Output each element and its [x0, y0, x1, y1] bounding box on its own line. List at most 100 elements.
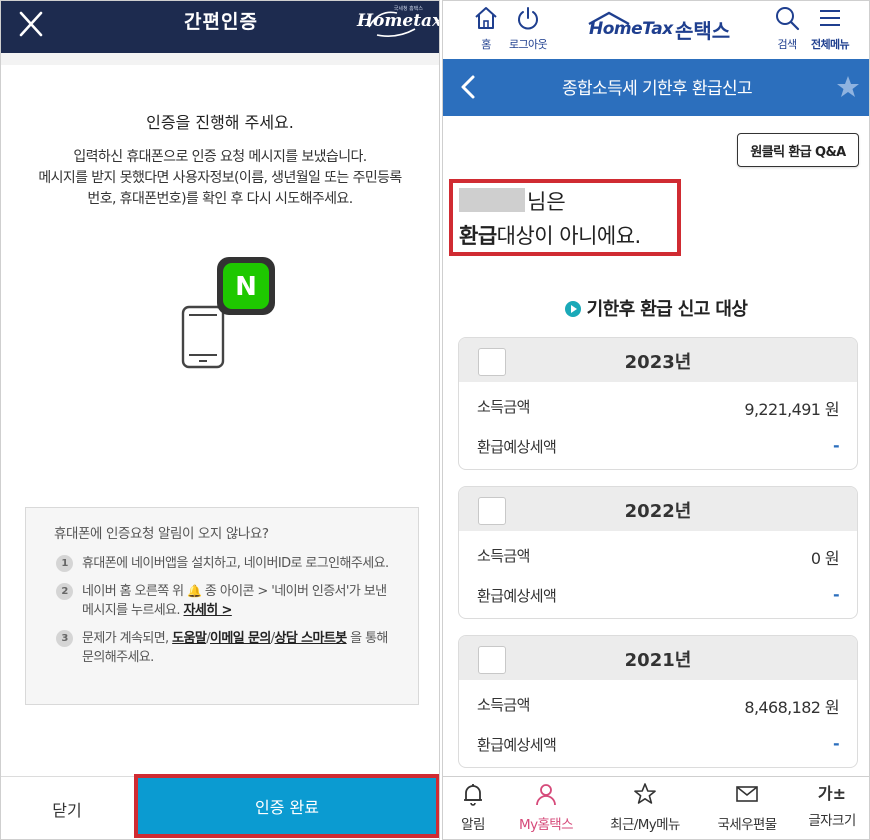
income-row: 소득금액 9,221,491 원 [477, 396, 840, 420]
year-card-header: 2022년 [459, 487, 857, 531]
tab-label: 국세우편물 [717, 817, 777, 833]
help-number: 1 [56, 555, 73, 572]
hometax-logo: 국세청 홈택스 Hometax. [355, 5, 439, 39]
message-line: 입력하신 휴대폰으로 인증 요청 메시지를 보냈습니다. [73, 149, 367, 165]
tab-recent-my-menu[interactable]: 최근/My메뉴 [603, 781, 687, 833]
year-label: 2023년 [624, 352, 692, 373]
refund-qa-button[interactable]: 원클릭 환급 Q&A [737, 133, 859, 167]
year-card-2022: 2022년 소득금액 0 원 환급예상세액 - [458, 486, 858, 619]
notice-line-2: 환급대상이 아니에요. [459, 220, 677, 250]
favorite-star-icon[interactable] [835, 74, 861, 100]
power-icon [518, 7, 539, 30]
home-label: 홈 [481, 38, 491, 51]
tab-my-hometax[interactable]: My홈택스 [511, 781, 581, 833]
sontax-logo[interactable]: HomeTax 손택스 [583, 11, 743, 45]
search-button[interactable]: 검색 [773, 5, 801, 52]
logo-text: Hometax. [357, 11, 440, 31]
brand-english: HomeTax [589, 19, 673, 39]
year-label: 2022년 [624, 501, 692, 522]
bottom-tab-bar: 알림 My홈택스 최근/My메뉴 국세우편물 가± 글자크기 [443, 776, 869, 839]
top-bar: 홈 로그아웃 HomeTax 손택스 검색 전체메뉴 [443, 1, 869, 59]
auth-header: 간편인증 국세청 홈택스 Hometax. [1, 1, 439, 53]
help-item: 1 휴대폰에 네이버앱을 설치하고, 네이버ID로 로그인해주세요. [54, 554, 392, 573]
help-link[interactable]: 도움말 [172, 631, 207, 646]
help-text: 문제가 계속되면, [82, 631, 169, 646]
naver-badge-letter: N [235, 272, 257, 302]
person-icon [536, 784, 556, 806]
page-title: 종합소득세 기한후 환급신고 [561, 79, 753, 99]
tab-font-size[interactable]: 가± 글자크기 [801, 781, 863, 829]
phone-naver-icon: N [179, 255, 279, 375]
year-card-header: 2023년 [459, 338, 857, 382]
message-line: 메시지를 받지 못했다면 사용자정보(이름, 생년월일 또는 주민등록 [38, 170, 402, 186]
auth-footer: 닫기 인증 완료 [1, 774, 439, 839]
search-label: 검색 [777, 38, 797, 51]
message-line: 번호, 휴대폰번호)를 확인 후 다시 시도해주세요. [87, 191, 353, 207]
chatbot-link[interactable]: 상담 스마트봇 [275, 631, 348, 646]
tab-alerts[interactable]: 알림 [453, 781, 493, 833]
income-value: 0 원 [810, 549, 840, 568]
refund-row: 환급예상세액 - [477, 436, 840, 460]
notice-line-1: 님은 [459, 186, 677, 216]
refund-label: 환급예상세액 [477, 587, 557, 605]
auth-complete-button[interactable]: 인증 완료 [134, 774, 439, 838]
help-text: 네이버 홈 오른쪽 위 [82, 584, 184, 599]
star-outline-icon [634, 783, 656, 804]
year-label: 2021년 [624, 650, 692, 671]
refund-row: 환급예상세액 - [477, 585, 840, 609]
year-card-header: 2021년 [459, 636, 857, 680]
tab-tax-mail[interactable]: 국세우편물 [707, 781, 787, 833]
section-title: 기한후 환급 신고 대상 [443, 295, 869, 321]
income-value: 9,221,491 원 [744, 400, 839, 419]
mail-icon [736, 786, 758, 802]
income-value: 8,468,182 원 [744, 698, 839, 717]
income-row: 소득금액 0 원 [477, 545, 840, 569]
help-item: 3 문제가 계속되면, 도움말/이메일 문의/상담 스마트봇 을 통해 문의해주… [54, 629, 392, 667]
detail-link[interactable]: 자세히 > [184, 603, 233, 618]
bell-icon: 🔔 [187, 584, 202, 598]
bell-icon [464, 784, 482, 806]
play-bullet-icon [564, 301, 581, 317]
logout-button[interactable]: 로그아웃 [509, 5, 548, 52]
page-nav-bar: 종합소득세 기한후 환급신고 [443, 59, 869, 116]
help-number: 3 [56, 630, 73, 647]
font-size-icon: 가± [817, 784, 847, 803]
income-label: 소득금액 [477, 696, 530, 714]
hamburger-icon [820, 10, 841, 26]
email-inquiry-link[interactable]: 이메일 문의 [210, 631, 271, 646]
home-button[interactable]: 홈 [473, 5, 499, 52]
close-button[interactable]: 닫기 [1, 777, 133, 839]
refund-value: - [832, 734, 840, 753]
brand-korean: 손택스 [675, 19, 731, 43]
auth-panel: 간편인증 국세청 홈택스 Hometax. 인증을 진행해 주세요. 입력하신 … [0, 0, 440, 840]
auth-message-title: 인증을 진행해 주세요. [146, 113, 294, 132]
help-box: 휴대폰에 인증요청 알림이 오지 않나요? 1 휴대폰에 네이버앱을 설치하고,… [25, 507, 419, 705]
help-number: 2 [56, 583, 73, 600]
income-label: 소득금액 [477, 547, 530, 565]
all-menu-label: 전체메뉴 [811, 38, 850, 51]
refund-label: 환급예상세액 [477, 736, 557, 754]
masked-user-name [459, 188, 525, 212]
tab-label: My홈택스 [519, 817, 574, 833]
help-item: 2 네이버 홈 오른쪽 위 🔔 종 아이콘 > '네이버 인증서'가 보낸 메시… [54, 582, 392, 620]
tab-label: 최근/My메뉴 [610, 817, 680, 833]
year-card-2023: 2023년 소득금액 9,221,491 원 환급예상세액 - [458, 337, 858, 470]
auth-message-body: 입력하신 휴대폰으로 인증 요청 메시지를 보냈습니다. 메시지를 받지 못했다… [21, 147, 419, 210]
notice-suffix: 님은 [527, 190, 566, 214]
refund-row: 환급예상세액 - [477, 734, 840, 758]
refund-panel: 홈 로그아웃 HomeTax 손택스 검색 전체메뉴 종합소득세 기한후 환급신… [442, 0, 870, 840]
refund-label: 환급예상세액 [477, 438, 557, 456]
search-icon [776, 7, 800, 31]
notice-rest: 대상이 아니에요. [496, 224, 642, 248]
tab-label: 글자크기 [808, 813, 856, 829]
all-menu-button[interactable]: 전체메뉴 [811, 5, 850, 52]
refund-value: - [832, 436, 840, 455]
logout-label: 로그아웃 [509, 38, 548, 51]
help-title: 휴대폰에 인증요청 알림이 오지 않나요? [54, 526, 269, 542]
refund-value: - [832, 585, 840, 604]
section-title-text: 기한후 환급 신고 대상 [586, 299, 748, 320]
income-row: 소득금액 8,468,182 원 [477, 694, 840, 718]
tab-label: 알림 [461, 817, 485, 833]
notice-bold: 환급 [459, 224, 497, 248]
income-label: 소득금액 [477, 398, 530, 416]
